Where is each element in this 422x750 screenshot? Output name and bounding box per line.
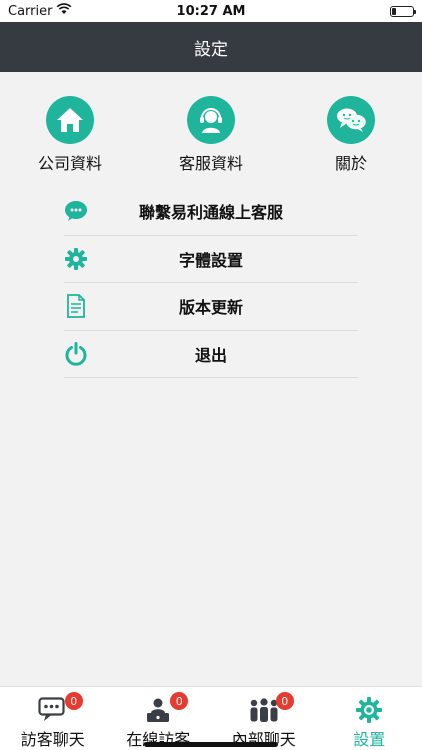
chat-bubble-icon bbox=[64, 199, 88, 223]
unread-badge: 0 bbox=[275, 692, 294, 710]
home-indicator bbox=[144, 742, 278, 747]
tab-settings[interactable]: 設置 bbox=[317, 687, 422, 750]
document-icon bbox=[64, 294, 88, 319]
quick-item-about[interactable]: 關於 bbox=[296, 96, 406, 174]
menu-item-version-update[interactable]: 版本更新 bbox=[64, 283, 358, 331]
status-left: Carrier bbox=[8, 3, 72, 19]
tab-label: 設置 bbox=[353, 730, 386, 749]
tab-internal-chat[interactable]: 0 內部聊天 bbox=[211, 687, 317, 750]
battery-icon bbox=[390, 5, 416, 17]
unread-badge: 0 bbox=[64, 692, 83, 710]
quick-item-label: 公司資料 bbox=[37, 154, 102, 173]
power-icon bbox=[64, 341, 88, 366]
quick-item-label: 關於 bbox=[334, 154, 367, 173]
quick-item-support-info[interactable]: 客服資料 bbox=[156, 96, 266, 174]
tab-bar: 0 訪客聊天 0 在線訪客 0 內部聊天 設置 bbox=[0, 686, 422, 750]
wifi-icon bbox=[56, 3, 72, 19]
unread-badge: 0 bbox=[170, 692, 189, 710]
page-title: 設定 bbox=[194, 39, 228, 60]
menu-item-label: 版本更新 bbox=[178, 298, 243, 318]
menu-item-font-settings[interactable]: 字體設置 bbox=[64, 236, 358, 283]
headset-agent-icon bbox=[187, 96, 235, 144]
group-icon: 0 bbox=[248, 692, 294, 724]
home-icon bbox=[46, 96, 94, 144]
tab-visitor-chat[interactable]: 0 訪客聊天 bbox=[0, 687, 106, 750]
visitor-icon: 0 bbox=[142, 692, 189, 724]
settings-menu: 聯繫易利通線上客服 字體設置 版本更新 退出 bbox=[64, 188, 358, 378]
menu-item-label: 字體設置 bbox=[178, 250, 243, 270]
battery-fill bbox=[392, 7, 396, 15]
menu-item-label: 聯繫易利通線上客服 bbox=[138, 203, 283, 223]
gear-icon bbox=[64, 247, 88, 271]
tab-label: 訪客聊天 bbox=[20, 730, 85, 749]
settings-gear-icon bbox=[353, 695, 385, 724]
header: 設定 bbox=[0, 22, 422, 72]
status-bar: Carrier 10:27 AM bbox=[0, 0, 422, 22]
chat-bubbles-icon bbox=[327, 96, 375, 144]
menu-item-label: 退出 bbox=[194, 345, 227, 365]
quick-item-company-info[interactable]: 公司資料 bbox=[15, 96, 125, 174]
quick-actions: 公司資料 客服資料 關於 bbox=[0, 96, 422, 176]
menu-item-logout[interactable]: 退出 bbox=[64, 331, 358, 378]
carrier-label: Carrier bbox=[8, 3, 53, 19]
menu-item-online-support[interactable]: 聯繫易利通線上客服 bbox=[64, 188, 358, 236]
chat-icon: 0 bbox=[37, 692, 83, 724]
tab-online-visitors[interactable]: 0 在線訪客 bbox=[106, 687, 212, 750]
quick-item-label: 客服資料 bbox=[178, 154, 243, 173]
